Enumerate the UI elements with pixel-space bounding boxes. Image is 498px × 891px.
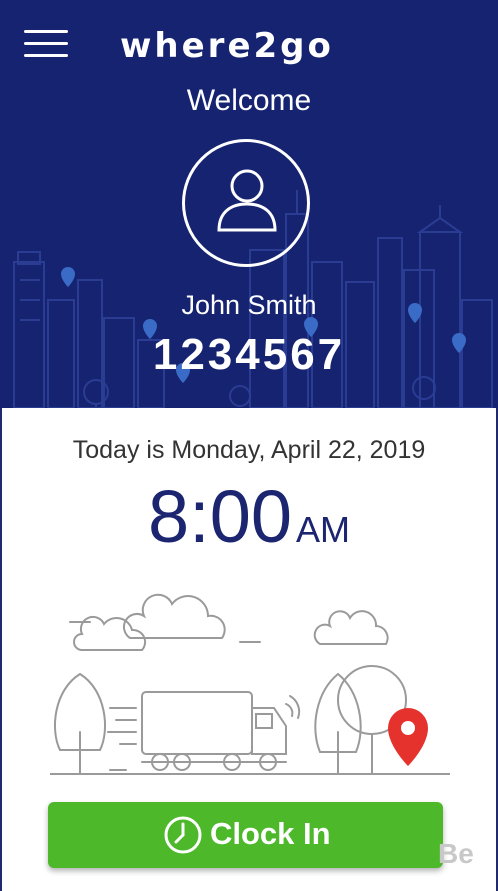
user-icon xyxy=(217,169,277,232)
clock-in-button[interactable]: Clock In xyxy=(48,802,443,868)
watermark-text: Be xyxy=(438,838,474,869)
employee-id: 1234567 xyxy=(152,330,346,379)
user-name: John Smith xyxy=(181,290,317,320)
svg-text:WHERE2GO: WHERE2GO xyxy=(120,26,334,66)
app-logo: WHERE2GO xyxy=(120,22,370,66)
hamburger-icon xyxy=(24,30,68,33)
delivery-truck-illustration xyxy=(50,593,450,775)
time-ampm: AM xyxy=(296,509,351,550)
clock-icon xyxy=(164,816,202,854)
current-time: 8:00 AM xyxy=(0,474,498,559)
welcome-heading: Welcome xyxy=(186,84,312,117)
header: WHERE2GO Welcome John Smith 1234567 xyxy=(0,0,498,408)
behance-watermark: Be xyxy=(438,838,486,878)
avatar xyxy=(182,139,310,267)
time-value: 8:00 xyxy=(147,475,293,558)
menu-button[interactable] xyxy=(24,28,70,60)
clock-in-label: Clock In xyxy=(210,816,331,851)
current-date: Today is Monday, April 22, 2019 xyxy=(72,436,426,464)
map-pin-icon xyxy=(388,708,428,766)
